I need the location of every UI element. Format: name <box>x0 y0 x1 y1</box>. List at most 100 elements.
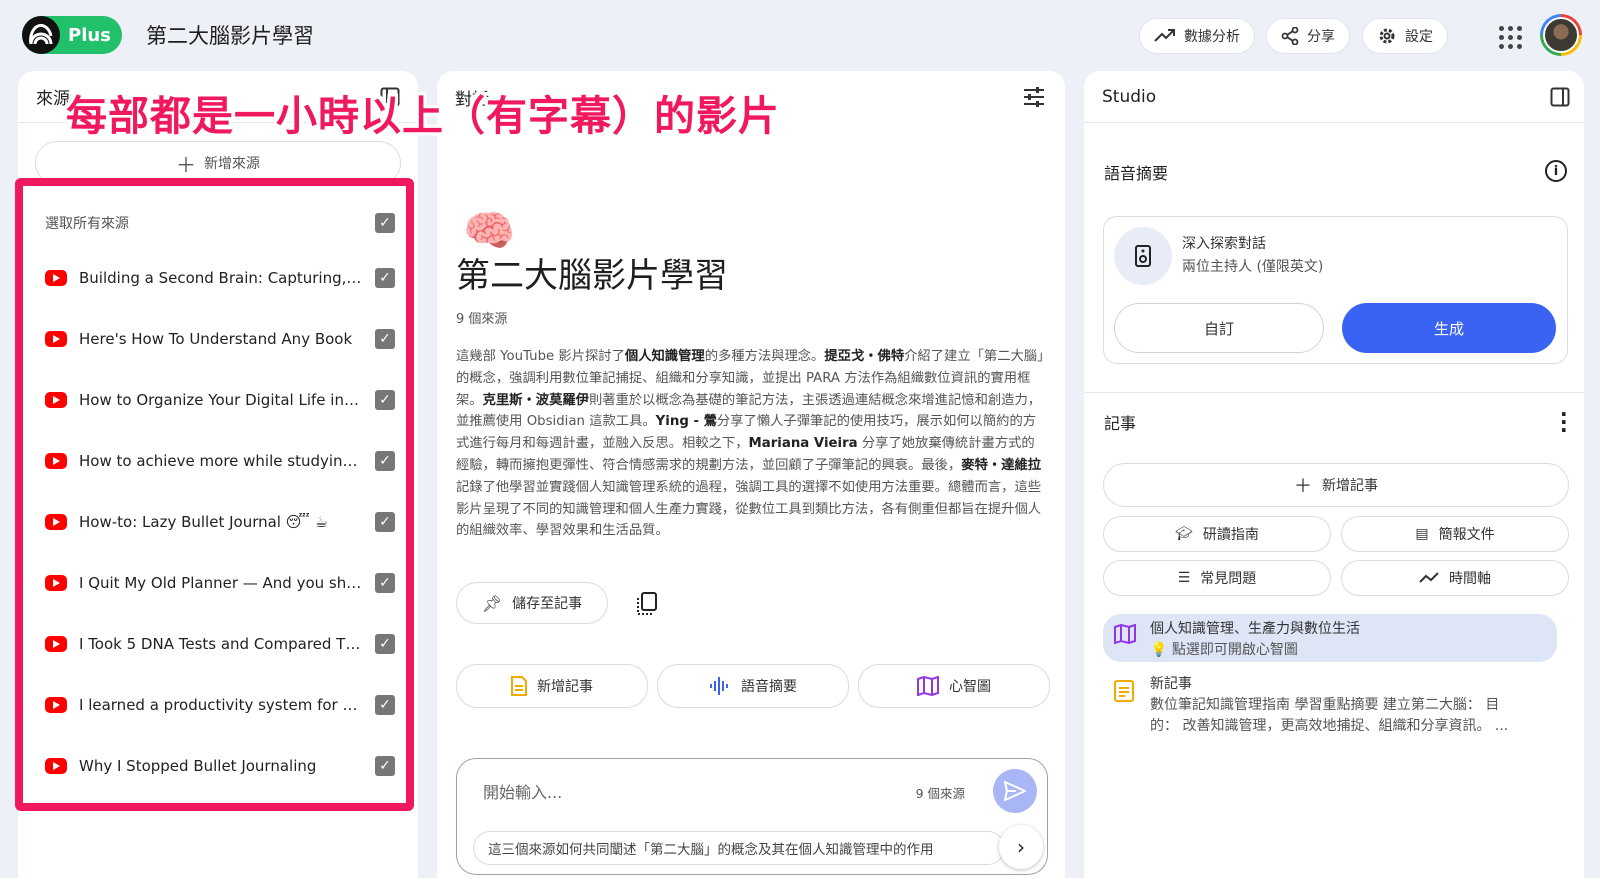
avatar[interactable] <box>1540 14 1582 56</box>
send-button[interactable] <box>993 769 1037 813</box>
annotation-caption: 每部都是一小時以上（有字幕）的影片 <box>66 92 780 140</box>
save-to-note-label: 儲存至記事 <box>512 596 583 612</box>
share-icon <box>1281 27 1299 45</box>
source-label: I learned a productivity system for or..… <box>79 695 363 714</box>
chevron-right-icon[interactable]: › <box>999 825 1043 869</box>
youtube-icon <box>45 391 67 408</box>
source-list: 選取所有來源 ✓ Building a Second Brain: Captur… <box>45 205 395 796</box>
chat-input-box[interactable]: 開始輸入... 9 個來源 這三個來源如何共同闡述「第二大腦」的概念及其在個人知… <box>456 758 1048 875</box>
copy-icon[interactable] <box>636 592 658 620</box>
speaker-icon <box>1114 227 1172 285</box>
summary-highlight: 提亞戈・佛特 <box>824 349 905 364</box>
youtube-icon <box>45 452 67 469</box>
source-checkbox[interactable]: ✓ <box>375 450 395 471</box>
notebook-heading: 第二大腦影片學習 <box>456 256 728 296</box>
info-icon[interactable]: i <box>1545 160 1567 182</box>
analytics-button[interactable]: 數據分析 <box>1139 18 1255 54</box>
select-all-checkbox[interactable]: ✓ <box>375 213 395 233</box>
share-button[interactable]: 分享 <box>1266 18 1350 54</box>
generate-button[interactable]: 生成 <box>1342 303 1556 353</box>
select-all-row[interactable]: 選取所有來源 ✓ <box>45 205 395 241</box>
mind-map-note-title: 個人知識管理、生產力與數位生活 <box>1150 621 1360 637</box>
source-checkbox[interactable]: ✓ <box>375 267 395 288</box>
suggested-question[interactable]: 這三個來源如何共同闡述「第二大腦」的概念及其在個人知識管理中的作用 <box>473 831 1005 865</box>
plus-icon: ＋ <box>1294 476 1312 497</box>
source-item[interactable]: Building a Second Brain: Capturing, ... ✓ <box>45 247 395 308</box>
source-checkbox[interactable]: ✓ <box>375 511 395 532</box>
source-item[interactable]: How to achieve more while studying l... ✓ <box>45 430 395 491</box>
summary-highlight: 個人知識管理 <box>624 349 705 364</box>
source-item[interactable]: How to Organize Your Digital Life in S..… <box>45 369 395 430</box>
new-note-button[interactable]: 新增記事 <box>456 664 648 708</box>
source-label: How to Organize Your Digital Life in S..… <box>79 390 363 409</box>
youtube-icon <box>45 574 67 591</box>
audio-overview-label: 語音摘要 <box>741 679 797 695</box>
summary-highlight: 麥特・達維拉 <box>961 457 1042 473</box>
summary-text: 的多種方法與理念。 <box>704 349 825 364</box>
tune-icon[interactable] <box>1023 87 1045 107</box>
mind-map-label: 心智圖 <box>949 679 991 695</box>
settings-label: 設定 <box>1405 29 1433 45</box>
source-checkbox[interactable]: ✓ <box>375 694 395 715</box>
customize-button[interactable]: 自訂 <box>1114 303 1324 353</box>
apps-grid-icon[interactable] <box>1496 23 1522 49</box>
source-item[interactable]: I Quit My Old Planner — And you sho... ✓ <box>45 552 395 613</box>
youtube-icon <box>45 513 67 530</box>
notebook-summary: 這幾部 YouTube 影片探討了個人知識管理的多種方法與理念。提亞戈・佛特介紹… <box>456 346 1044 542</box>
youtube-icon <box>45 269 67 286</box>
faq-label: 常見問題 <box>1200 571 1257 587</box>
audio-card-title: 深入探索對話 <box>1182 236 1266 252</box>
add-note-label: 新增記事 <box>1322 478 1378 494</box>
source-label: Building a Second Brain: Capturing, ... <box>79 268 363 287</box>
timeline-button[interactable]: 時間軸 <box>1341 560 1569 596</box>
source-checkbox[interactable]: ✓ <box>375 572 395 593</box>
notebook-title[interactable]: 第二大腦影片學習 <box>146 20 314 50</box>
save-to-note-button[interactable]: 📌︎ 儲存至記事 <box>456 582 608 624</box>
source-item[interactable]: How-to: Lazy Bullet Journal 😴 ☕ ✓ <box>45 491 395 552</box>
audio-overview-button[interactable]: 語音摘要 <box>657 664 849 708</box>
mind-map-button[interactable]: 心智圖 <box>858 664 1050 708</box>
source-checkbox[interactable]: ✓ <box>375 328 395 349</box>
pin-icon: 📌︎ <box>481 593 503 613</box>
notes-title: 記事 <box>1104 414 1137 433</box>
source-checkbox[interactable]: ✓ <box>375 633 395 654</box>
source-label: I Quit My Old Planner — And you sho... <box>79 573 363 592</box>
new-note-title[interactable]: 新記事 <box>1150 673 1192 693</box>
new-note-preview-line2: 的： 改善知識管理，更高效地捕捉、組織和分享資訊。 ... <box>1150 718 1509 734</box>
source-checkbox[interactable]: ✓ <box>375 389 395 410</box>
map-icon <box>1114 624 1136 644</box>
audio-wave-icon <box>710 677 728 695</box>
settings-button[interactable]: 設定 <box>1362 18 1448 54</box>
source-item[interactable]: I Took 5 DNA Tests and Compared Th... ✓ <box>45 613 395 674</box>
collapse-panel-icon[interactable] <box>1550 87 1570 107</box>
source-item[interactable]: I learned a productivity system for or..… <box>45 674 395 735</box>
studio-title: Studio <box>1102 86 1157 107</box>
studio-header: Studio <box>1084 71 1584 123</box>
sources-title: 來源 <box>36 89 70 109</box>
more-vert-icon[interactable]: · · · <box>1560 404 1568 440</box>
summary-highlight: Ying - 鶯 <box>655 414 717 430</box>
source-checkbox[interactable]: ✓ <box>375 755 395 776</box>
summary-text: 這幾部 YouTube 影片探討了 <box>456 349 625 364</box>
timeline-icon <box>1419 572 1439 583</box>
summary-highlight: 克里斯・波莫羅伊 <box>482 392 589 408</box>
source-item[interactable]: Why I Stopped Bullet Journaling ✓ <box>45 735 395 796</box>
top-bar: Plus 第二大腦影片學習 數據分析 分享 設定 <box>0 0 1600 70</box>
source-item[interactable]: Here's How To Understand Any Book ✓ <box>45 308 395 369</box>
logo-icon <box>22 16 60 54</box>
trending-up-icon <box>1154 29 1175 42</box>
note-icon <box>511 676 527 696</box>
notebooklm-logo[interactable]: Plus <box>22 16 122 54</box>
briefing-doc-button[interactable]: ▤ 簡報文件 <box>1341 516 1569 552</box>
add-source-label: 新增來源 <box>204 156 260 172</box>
select-all-label: 選取所有來源 <box>45 216 129 232</box>
faq-button[interactable]: ☰ 常見問題 <box>1103 560 1331 596</box>
faq-icon: ☰ <box>1177 570 1191 586</box>
source-label: How to achieve more while studying l... <box>79 451 363 470</box>
study-guide-button[interactable]: 🎓︎ 研讀指南 <box>1103 516 1331 552</box>
analytics-label: 數據分析 <box>1184 29 1240 45</box>
add-note-button[interactable]: ＋ 新增記事 <box>1103 463 1569 507</box>
school-icon: 🎓︎ <box>1175 526 1193 542</box>
chat-input-placeholder[interactable]: 開始輸入... <box>483 779 562 803</box>
summary-text: 記錄了他學習並實踐個人知識管理系統的過程，強調工具的選擇不如使用方法重要。總體而… <box>456 479 1042 539</box>
